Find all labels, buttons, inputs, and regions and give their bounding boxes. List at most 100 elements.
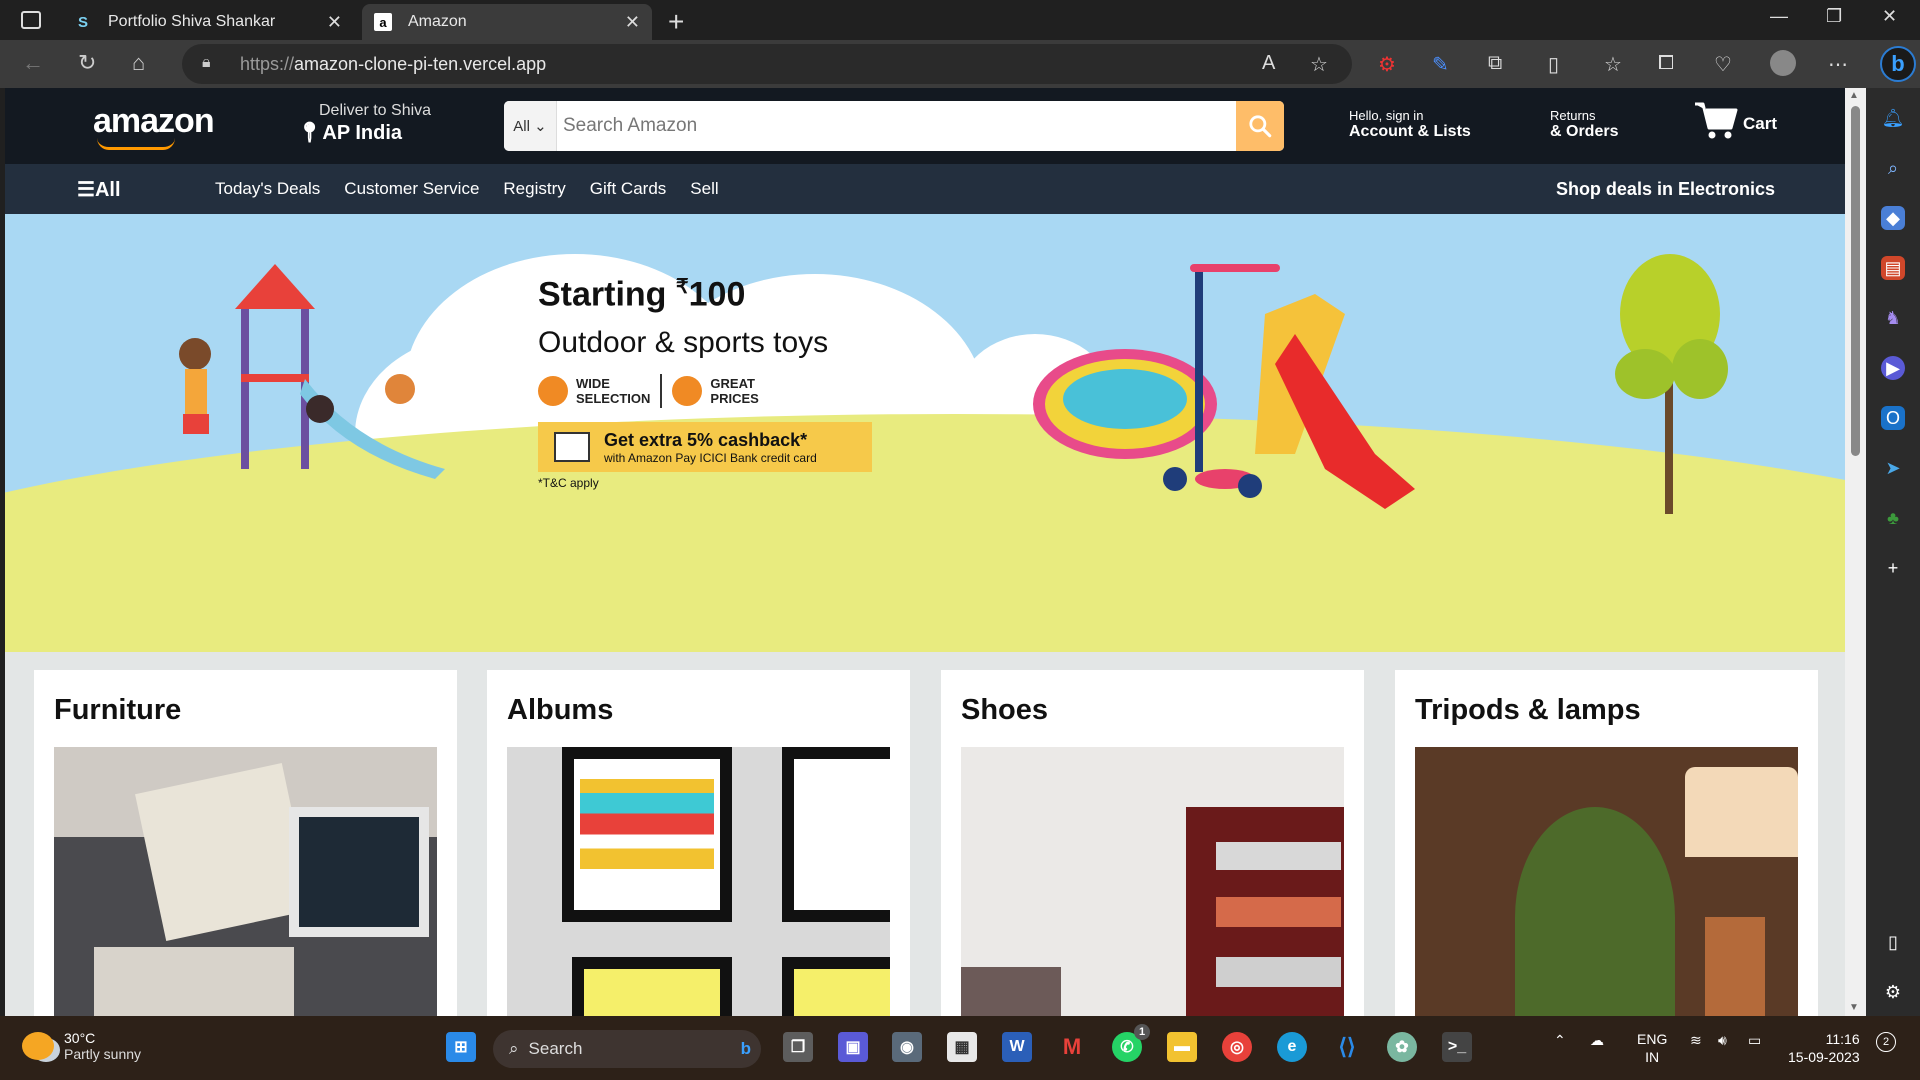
card-furniture[interactable]: Furniture — [34, 670, 457, 1016]
vscode-icon[interactable]: ⟨⟩ — [1332, 1032, 1362, 1062]
tools-icon[interactable]: ▤ — [1881, 256, 1905, 280]
nav-todays-deals[interactable]: Today's Deals — [215, 179, 320, 199]
battery-icon[interactable]: ▭ — [1748, 1032, 1761, 1049]
taskbar-search[interactable]: ⌕ Search b — [493, 1030, 761, 1068]
weather-widget[interactable]: 30°C Partly sunny — [22, 1030, 141, 1062]
hide-sidebar-icon[interactable]: ▯ — [1881, 930, 1905, 954]
card-shoes[interactable]: Shoes — [941, 670, 1364, 1016]
games-icon[interactable]: ♞ — [1881, 306, 1905, 330]
language-indicator[interactable]: ENG IN — [1637, 1030, 1667, 1066]
playground-illustration — [179, 264, 445, 479]
favorite-star-icon[interactable]: ☆ — [1310, 52, 1328, 77]
scroll-up-icon[interactable]: ▲ — [1849, 90, 1859, 101]
tab-portfolio[interactable]: S Portfolio Shiva Shankar ✕ — [62, 4, 354, 40]
outlook-icon[interactable]: O — [1881, 406, 1905, 430]
close-window-icon[interactable]: ✕ — [1882, 6, 1897, 27]
file-explorer-icon[interactable]: ▬ — [1167, 1032, 1197, 1062]
close-tab-icon[interactable]: ✕ — [625, 12, 640, 33]
bing-copilot-icon[interactable]: b — [1880, 46, 1916, 82]
card-tripods-lamps[interactable]: Tripods & lamps — [1395, 670, 1818, 1016]
hero-banner[interactable]: Starting ₹100 Outdoor & sports toys WIDE… — [5, 214, 1845, 652]
account-lists[interactable]: Hello, sign in Account & Lists — [1349, 108, 1471, 141]
split-screen-icon[interactable]: ▯ — [1548, 52, 1559, 77]
teams-icon[interactable]: ▣ — [838, 1032, 868, 1062]
home-icon[interactable]: ⌂ — [132, 50, 145, 76]
more-menu-icon[interactable]: ⋯ — [1828, 52, 1848, 77]
collections-icon[interactable]: ⧠ — [1658, 52, 1674, 75]
terminal-icon[interactable]: >_ — [1442, 1032, 1472, 1062]
address-bar[interactable]: 🔒︎ https://amazon-clone-pi-ten.vercel.ap… — [182, 44, 1352, 84]
word-icon[interactable]: W — [1002, 1032, 1032, 1062]
notifications-icon[interactable]: 🔔︎ — [1881, 106, 1905, 130]
cart-button[interactable]: Cart — [1693, 100, 1777, 140]
nav-registry[interactable]: Registry — [503, 179, 565, 199]
shopping-icon[interactable]: ◆ — [1881, 206, 1905, 230]
back-icon[interactable]: ← — [22, 50, 44, 76]
notification-count-badge[interactable]: 2 — [1876, 1032, 1896, 1052]
nav-electronics-deals[interactable]: Shop deals in Electronics — [1556, 179, 1775, 200]
card-title: Tripods & lamps — [1415, 694, 1641, 726]
onedrive-icon[interactable]: ☁ — [1590, 1032, 1604, 1049]
nav-customer-service[interactable]: Customer Service — [344, 179, 479, 199]
task-view-icon[interactable]: ❐ — [783, 1032, 813, 1062]
card-title: Furniture — [54, 694, 182, 726]
toys-illustration — [1033, 264, 1415, 509]
edge-icon[interactable]: e — [1277, 1032, 1307, 1062]
extension-pen-icon[interactable]: ✎ — [1432, 52, 1449, 77]
furniture-image[interactable] — [54, 747, 437, 1016]
search-button[interactable] — [1236, 101, 1284, 151]
close-tab-icon[interactable]: ✕ — [327, 12, 342, 33]
store-icon[interactable]: ▦ — [947, 1032, 977, 1062]
tree-app-icon[interactable]: ♣ — [1881, 506, 1905, 530]
read-aloud-icon[interactable]: A — [1262, 52, 1275, 75]
card-albums[interactable]: Albums — [487, 670, 910, 1016]
camera-icon[interactable]: ◉ — [892, 1032, 922, 1062]
copilot-app-icon[interactable]: ▶ — [1881, 356, 1905, 380]
amazon-logo[interactable]: amazon — [93, 102, 215, 141]
extensions-icon[interactable]: ⧉ — [1488, 52, 1502, 75]
page-scrollbar[interactable]: ▲ ▼ — [1845, 88, 1866, 1016]
tab-actions-icon[interactable] — [21, 11, 41, 29]
send-icon[interactable]: ➤ — [1881, 456, 1905, 480]
account-label: Account & Lists — [1349, 123, 1471, 140]
add-sidebar-icon[interactable]: + — [1881, 556, 1905, 580]
restore-icon[interactable]: ❐ — [1826, 6, 1842, 27]
scroll-down-icon[interactable]: ▼ — [1849, 1002, 1859, 1013]
settings-gear-icon[interactable]: ⚙ — [1881, 980, 1905, 1004]
cashback-title: Get extra 5% cashback* — [604, 429, 808, 450]
albums-image[interactable] — [507, 747, 890, 1016]
scrollbar-thumb[interactable] — [1851, 106, 1860, 456]
lock-icon[interactable]: 🔒︎ — [202, 54, 211, 72]
extension-off-icon[interactable]: ⚙ — [1378, 52, 1396, 77]
whatsapp-icon[interactable]: ✆ 1 — [1112, 1024, 1150, 1062]
clock[interactable]: 11:16 15-09-2023 — [1788, 1030, 1860, 1066]
search-category-select[interactable]: All ⌄ — [504, 101, 557, 151]
shoes-image[interactable] — [961, 747, 1344, 1016]
nav-sell[interactable]: Sell — [690, 179, 718, 199]
sidebar-search-icon[interactable]: ⌕ — [1881, 156, 1905, 180]
windows-start-icon[interactable]: ⊞ — [446, 1032, 476, 1062]
tab-amazon[interactable]: a Amazon ✕ — [362, 4, 652, 40]
wifi-icon[interactable]: ≋ — [1690, 1032, 1702, 1049]
browser-toolbar: ← ↻ ⌂ 🔒︎ https://amazon-clone-pi-ten.ver… — [0, 40, 1920, 88]
gmail-icon[interactable]: M — [1057, 1032, 1087, 1062]
refresh-icon[interactable]: ↻ — [78, 50, 96, 76]
tray-overflow-icon[interactable]: ⌃ — [1554, 1032, 1566, 1049]
profile-avatar[interactable] — [1770, 50, 1796, 76]
amazon-favicon-icon: a — [374, 13, 392, 31]
new-tab-icon[interactable]: + — [668, 6, 684, 38]
search-input[interactable] — [557, 101, 1236, 151]
favorites-icon[interactable]: ☆ — [1604, 52, 1622, 77]
hero-badges: WIDE SELECTION GREAT PRICES — [538, 374, 872, 409]
deliver-to[interactable]: Deliver to Shiva 📍︎AP India — [297, 102, 431, 145]
all-menu-button[interactable]: ☰All — [77, 177, 121, 202]
volume-icon[interactable]: 🔊︎ — [1718, 1032, 1727, 1049]
returns-orders[interactable]: Returns & Orders — [1550, 108, 1618, 141]
chrome-icon[interactable]: ◎ — [1222, 1032, 1252, 1062]
portfolio-favicon-icon: S — [77, 13, 88, 31]
minimize-icon[interactable]: — — [1770, 6, 1788, 27]
performance-icon[interactable]: ♡ — [1714, 52, 1732, 77]
nav-gift-cards[interactable]: Gift Cards — [590, 179, 667, 199]
chatgpt-icon[interactable]: ✿ — [1387, 1032, 1417, 1062]
tripods-lamps-image[interactable] — [1415, 747, 1798, 1016]
